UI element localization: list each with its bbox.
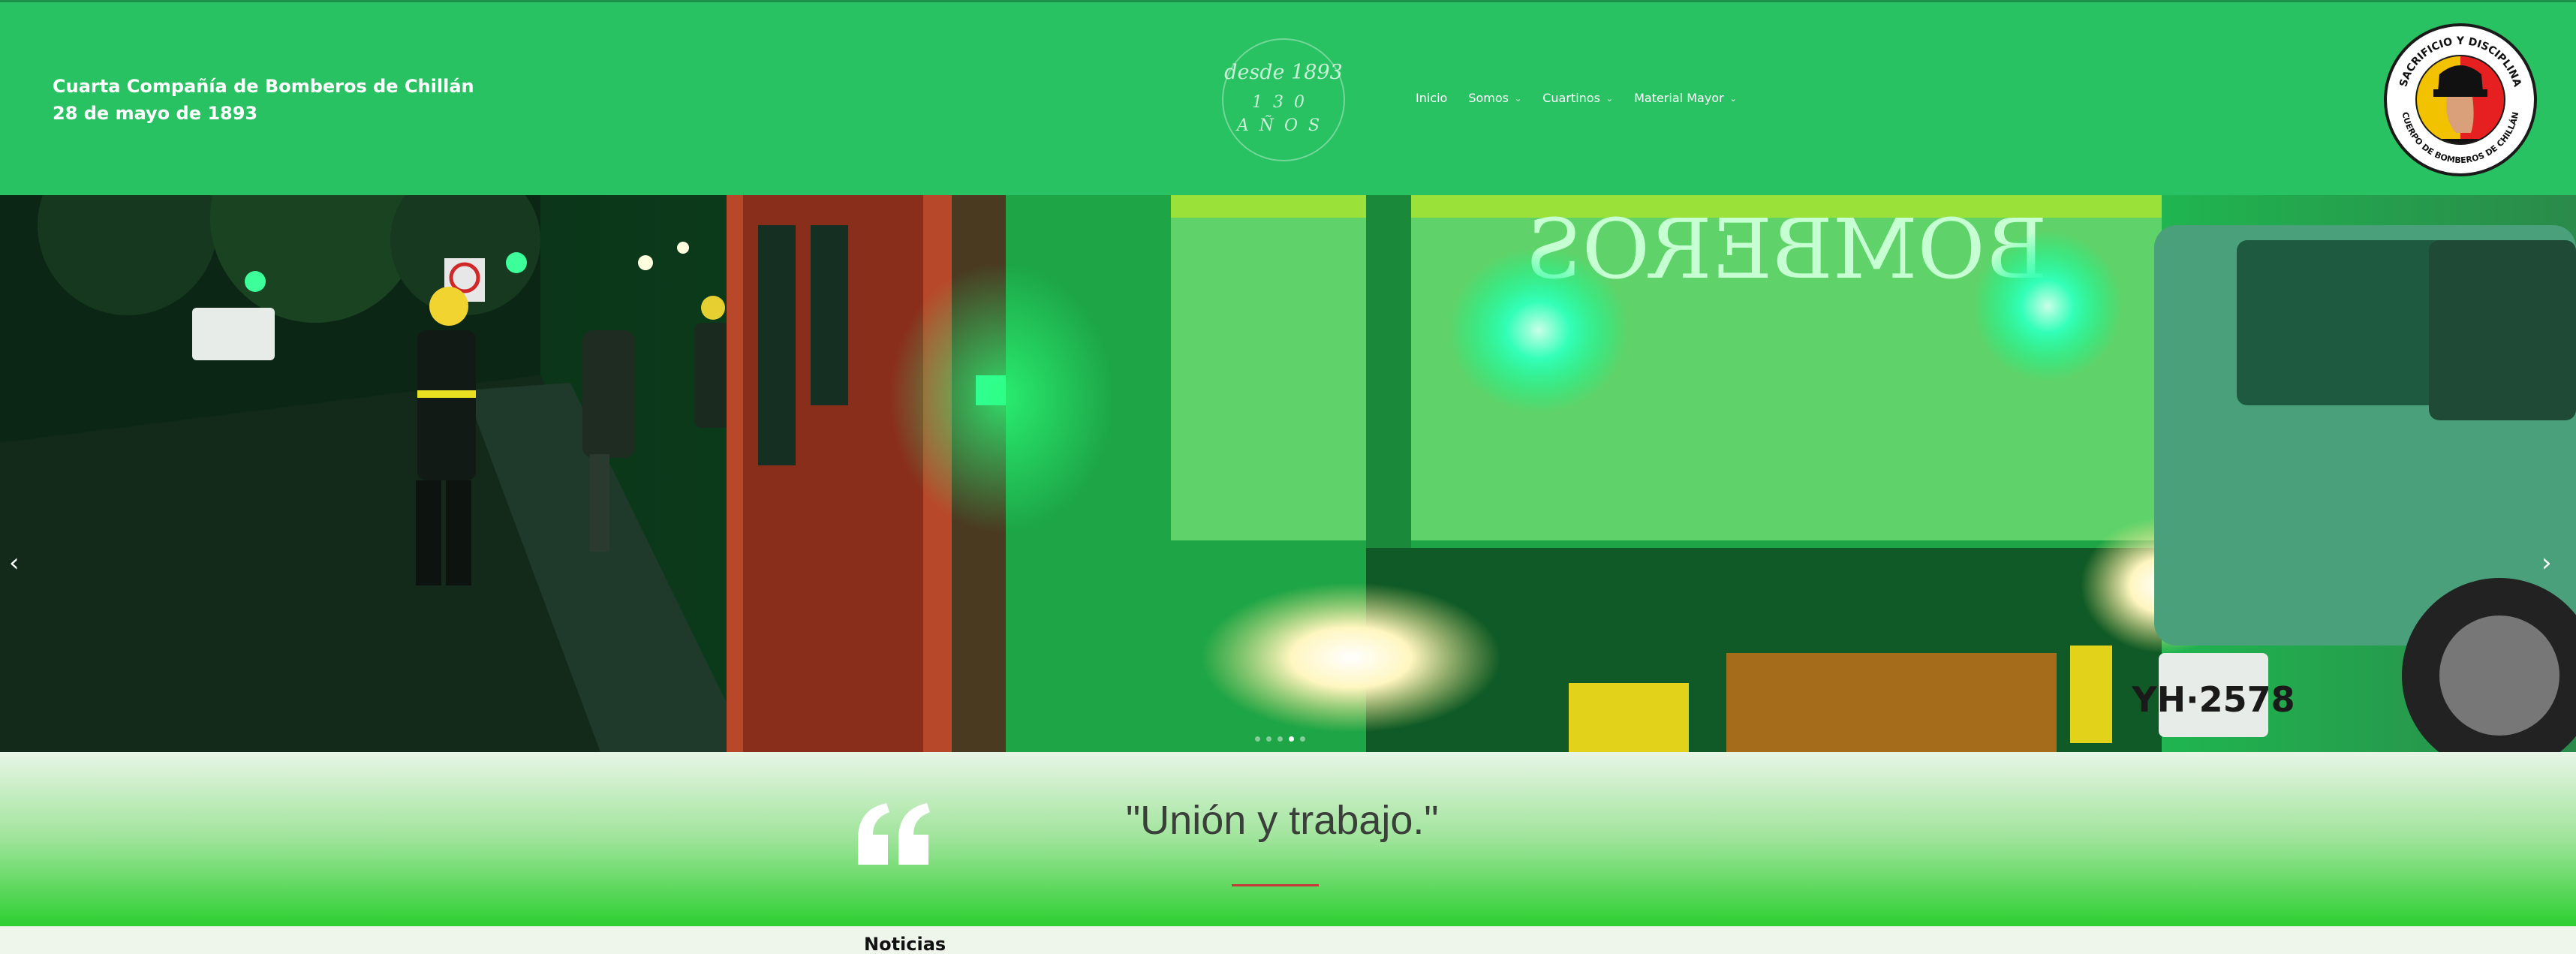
brand-date: 28 de mayo de 1893 — [53, 103, 258, 124]
license-plate: YH·2578 — [2131, 679, 2295, 720]
chevron-down-icon: ⌄ — [1515, 94, 1522, 104]
slider-dot[interactable] — [1300, 736, 1305, 742]
nav-item-somos[interactable]: Somos ⌄ — [1468, 91, 1521, 105]
slider-next-button[interactable]: › — [2541, 548, 2552, 578]
nav-item-material-mayor[interactable]: Material Mayor ⌄ — [1634, 91, 1737, 105]
quote-icon — [858, 803, 930, 865]
hero-slide-image: BOMBEROS YH·2578 — [0, 195, 2576, 752]
nav-item-label: Inicio — [1416, 91, 1448, 105]
nav-item-label: Cuartinos — [1542, 91, 1600, 105]
chevron-down-icon: ⌄ — [1729, 94, 1737, 104]
nav-item-label: Material Mayor — [1634, 91, 1724, 105]
badge-since: desde 1893 — [1224, 61, 1343, 84]
seal-graphic: SACRIFICIO Y DISCIPLINA CUERPO DE BOMBER… — [2391, 31, 2529, 169]
motto-text: "Unión y trabajo." — [1126, 798, 1439, 843]
slider-prev-button[interactable]: ‹ — [9, 548, 20, 578]
nav-item-cuartinos[interactable]: Cuartinos ⌄ — [1542, 91, 1613, 105]
news-heading: Noticias — [864, 934, 946, 954]
site-header: Cuarta Compañía de Bomberos de Chillán 2… — [0, 0, 2576, 195]
badge-word: AÑOS — [1236, 116, 1331, 135]
anniversary-badge: desde 1893 130 AÑOS — [1222, 38, 1345, 161]
fire-department-seal-logo[interactable]: SACRIFICIO Y DISCIPLINA CUERPO DE BOMBER… — [2384, 23, 2537, 176]
chevron-down-icon: ⌄ — [1605, 94, 1614, 104]
chevron-right-icon: › — [2541, 548, 2552, 578]
site-brand[interactable]: Cuarta Compañía de Bomberos de Chillán 2… — [53, 73, 474, 127]
brand-title: Cuarta Compañía de Bomberos de Chillán — [53, 76, 474, 97]
chevron-left-icon: ‹ — [9, 548, 20, 578]
hero-slider: BOMBEROS YH·2578 ‹ › — [0, 195, 2576, 752]
nav-item-label: Somos — [1468, 91, 1509, 105]
slider-pagination — [1255, 736, 1305, 742]
main-nav: Inicio Somos ⌄ Cuartinos ⌄ Material Mayo… — [1416, 91, 1737, 105]
slider-dot[interactable] — [1266, 736, 1271, 742]
slider-dot[interactable] — [1289, 736, 1294, 742]
slider-dot[interactable] — [1255, 736, 1260, 742]
motto-divider — [1232, 884, 1319, 886]
news-section — [0, 926, 2576, 954]
badge-years: 130 — [1252, 93, 1315, 112]
slider-dot[interactable] — [1277, 736, 1283, 742]
nav-item-inicio[interactable]: Inicio — [1416, 91, 1447, 105]
